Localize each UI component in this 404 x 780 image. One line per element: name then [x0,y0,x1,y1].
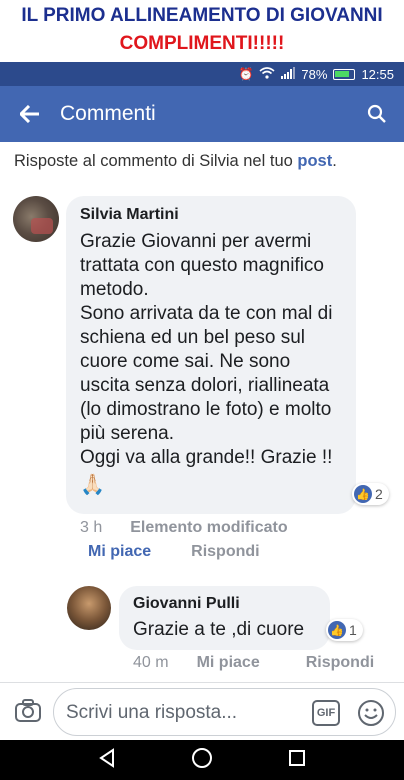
like-button[interactable]: Mi piace [197,654,260,672]
reply-bubble: Giovanni Pulli Grazie a te ,di cuore [119,586,330,650]
battery-icon [333,68,356,80]
system-nav-bar [0,740,404,780]
status-bar: ⏰ 78% 12:55 [0,62,404,86]
comment-author[interactable]: Silvia Martini [80,206,342,224]
post-link[interactable]: post [297,152,332,170]
like-icon: 👍 [328,621,346,639]
app-bar: Commenti [0,86,404,142]
reply-composer: GIF [0,682,404,740]
battery-percent: 78% [301,66,328,82]
signal-icon [281,66,296,82]
nav-recents-icon[interactable] [288,749,306,772]
reaction-count: 2 [375,486,383,502]
reaction-badge[interactable]: 👍 2 [352,483,389,505]
edited-label: Elemento modificato [130,519,288,536]
replies-context: Risposte al commento di Silvia nel tuo p… [14,152,337,171]
nav-home-icon[interactable] [191,747,213,774]
clock: 12:55 [361,66,394,82]
banner-title: IL PRIMO ALLINEAMENTO DI GIOVANNI [21,5,383,26]
gif-icon[interactable]: GIF [312,700,340,726]
reply-text: Grazie a te ,di cuore [133,619,305,640]
camera-icon[interactable] [14,697,42,725]
comment-time: 3 h [80,519,103,536]
comment-bubble: Silvia Martini Grazie Giovanni per averm… [66,196,356,514]
avatar[interactable] [67,586,111,630]
reply-author[interactable]: Giovanni Pulli [133,595,316,613]
reply-input[interactable] [66,700,306,726]
context-suffix: . [332,152,337,170]
image-banner: IL PRIMO ALLINEAMENTO DI GIOVANNI COMPLI… [0,0,404,62]
page-title: Commenti [60,102,156,125]
reply-meta: 40 m Mi piace Rispondi [133,654,374,672]
wifi-icon [259,66,275,82]
sticker-icon[interactable] [356,698,386,728]
like-icon: 👍 [354,485,372,503]
pray-emoji: 🙏🏻 [80,474,105,496]
search-icon[interactable] [350,104,404,124]
context-text: Risposte al commento di Silvia nel tuo [14,152,298,170]
reply-input-box[interactable]: GIF [53,688,396,736]
reply-button[interactable]: Rispondi [306,654,374,672]
comment-meta: 3 h Elemento modificato [80,519,288,537]
reply-button[interactable]: Rispondi [191,543,259,561]
back-arrow-icon[interactable] [0,99,60,130]
nav-back-icon[interactable] [98,747,116,773]
avatar[interactable] [13,196,59,242]
reaction-count: 1 [349,622,357,638]
alarm-icon: ⏰ [238,67,254,81]
comment-text: Grazie Giovanni per avermi trattata con … [80,231,333,468]
like-button[interactable]: Mi piace [88,543,151,561]
comment-actions: Mi piace Rispondi [88,543,260,561]
banner-subtitle: COMPLIMENTI!!!!! [119,33,285,54]
reply-time: 40 m [133,654,169,671]
reaction-badge[interactable]: 👍 1 [326,619,363,641]
